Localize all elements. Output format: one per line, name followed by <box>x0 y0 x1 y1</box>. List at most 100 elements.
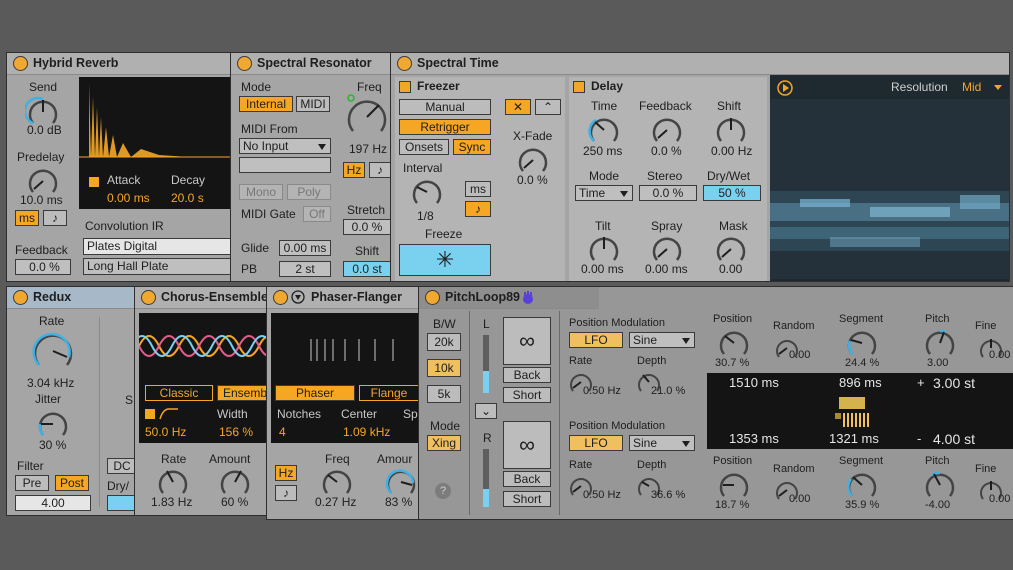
filter-value-field[interactable]: 4.00 <box>15 495 91 511</box>
lfo-button-1[interactable]: LFO <box>569 332 623 348</box>
position-knob-1[interactable] <box>717 327 751 359</box>
rate-knob[interactable] <box>29 327 77 373</box>
manual-button[interactable]: Manual <box>399 99 491 115</box>
amount-knob[interactable] <box>383 465 419 499</box>
feedback-knob[interactable] <box>649 113 685 147</box>
midi-channel-field[interactable] <box>239 157 331 173</box>
glide-field[interactable]: 0.00 ms <box>279 240 331 256</box>
short-button-2[interactable]: Short <box>503 491 551 507</box>
waveform-dropdown-2[interactable]: Sine <box>629 435 695 451</box>
shift-field[interactable]: 0.0 st <box>343 261 391 277</box>
shift-knob[interactable] <box>713 113 749 147</box>
ms-button[interactable]: ms <box>15 210 39 226</box>
ir-category-field[interactable]: Plates Digital <box>83 238 232 255</box>
power-button[interactable] <box>397 56 412 71</box>
power-button[interactable] <box>425 290 440 305</box>
mode-dropdown[interactable]: Time <box>575 185 633 201</box>
filter-freq-value[interactable]: 50.0 Hz <box>145 425 186 439</box>
amount-knob[interactable] <box>217 465 253 499</box>
rate-knob[interactable] <box>155 465 191 499</box>
pre-button[interactable]: Pre <box>15 475 49 491</box>
pitch-knob-2[interactable] <box>923 469 957 501</box>
retrigger-button[interactable]: Retrigger <box>399 119 491 135</box>
lfo-button-2[interactable]: LFO <box>569 435 623 451</box>
waveform-dropdown-1[interactable]: Sine <box>629 332 695 348</box>
power-button[interactable] <box>273 290 288 305</box>
loop-button-1[interactable]: ∞ <box>503 317 551 365</box>
interval-label: Interval <box>403 161 443 175</box>
phaser-button[interactable]: Phaser <box>275 385 355 401</box>
bw-10k-button[interactable]: 10k <box>427 359 461 377</box>
freezer-toggle[interactable] <box>399 81 411 93</box>
chevron-down-icon[interactable] <box>291 290 305 304</box>
short-button-1[interactable]: Short <box>503 387 551 403</box>
width-value[interactable]: 156 % <box>219 425 253 439</box>
hz-button[interactable]: Hz <box>275 465 297 481</box>
power-button[interactable] <box>237 56 252 71</box>
pitch-knob-1[interactable] <box>923 327 957 359</box>
loop-button-2[interactable]: ∞ <box>503 421 551 469</box>
back-button-2[interactable]: Back <box>503 471 551 487</box>
delay-toggle[interactable] <box>573 81 585 93</box>
stereo-field[interactable]: 0.0 % <box>639 185 697 201</box>
flanger-button[interactable]: Flange <box>359 385 419 401</box>
interval-knob[interactable] <box>409 175 445 209</box>
attack-indicator[interactable] <box>89 177 99 187</box>
power-button[interactable] <box>13 290 28 305</box>
freq-knob[interactable] <box>319 465 355 499</box>
decay-value[interactable]: 20.0 s <box>171 191 204 205</box>
bw-5k-button[interactable]: 5k <box>427 385 461 403</box>
note-button[interactable]: ♪ <box>43 210 67 226</box>
segment-knob-1[interactable] <box>845 327 879 359</box>
chevron-down-icon[interactable] <box>994 85 1002 90</box>
back-button-1[interactable]: Back <box>503 367 551 383</box>
sync-button[interactable]: Sync <box>453 139 491 155</box>
midi-button[interactable]: MIDI <box>296 96 330 112</box>
xfade-crossfade-button[interactable]: ✕ <box>505 99 531 115</box>
midi-from-dropdown[interactable]: No Input <box>239 138 331 154</box>
freq-knob[interactable] <box>343 93 391 139</box>
tilt-knob[interactable] <box>586 232 622 266</box>
bw-20k-button[interactable]: 20k <box>427 333 461 351</box>
attack-value[interactable]: 0.00 ms <box>107 191 150 205</box>
note-button[interactable]: ♪ <box>465 201 491 217</box>
ms-button[interactable]: ms <box>465 181 491 197</box>
drywet-field[interactable]: 50 % <box>703 185 761 201</box>
post-button[interactable]: Post <box>55 475 89 491</box>
hz-button[interactable]: Hz <box>343 162 365 178</box>
channel-select-dropdown[interactable]: ⌄ <box>475 403 497 419</box>
drywet-field[interactable] <box>107 495 135 511</box>
xfade-envelope-button[interactable]: ⌃ <box>535 99 561 115</box>
filter-toggle[interactable] <box>145 409 155 419</box>
spray-knob[interactable] <box>649 232 685 266</box>
time-knob[interactable] <box>586 113 622 147</box>
dc-button[interactable]: DC <box>107 458 135 474</box>
note-button[interactable]: ♪ <box>275 485 297 501</box>
poly-button[interactable]: Poly <box>287 184 331 200</box>
note-button[interactable]: ♪ <box>369 162 391 178</box>
ir-name-field[interactable]: Long Hall Plate <box>83 258 232 275</box>
position-knob-2[interactable] <box>717 469 751 501</box>
power-button[interactable] <box>13 56 28 71</box>
midi-gate-toggle[interactable]: Off <box>303 206 331 222</box>
center-value[interactable]: 1.09 kHz <box>343 425 390 439</box>
onsets-button[interactable]: Onsets <box>399 139 449 155</box>
play-icon[interactable] <box>776 79 794 97</box>
xing-button[interactable]: Xing <box>427 435 461 451</box>
notches-value[interactable]: 4 <box>279 425 286 439</box>
internal-button[interactable]: Internal <box>239 96 293 112</box>
resolution-value[interactable]: Mid <box>962 80 981 94</box>
power-button[interactable] <box>141 290 156 305</box>
xfade-knob[interactable] <box>515 143 551 177</box>
feedback-field[interactable]: 0.0 % <box>15 259 71 275</box>
ensemble-button[interactable]: Ensemb <box>217 385 269 401</box>
classic-button[interactable]: Classic <box>145 385 213 401</box>
help-icon[interactable]: ? <box>435 483 451 499</box>
jitter-knob[interactable] <box>35 407 71 441</box>
pb-field[interactable]: 2 st <box>279 261 331 277</box>
stretch-field[interactable]: 0.0 % <box>343 219 391 235</box>
freeze-button[interactable]: ✳ <box>399 244 491 276</box>
mask-knob[interactable] <box>713 232 749 266</box>
segment-knob-2[interactable] <box>845 469 879 501</box>
mono-button[interactable]: Mono <box>239 184 283 200</box>
